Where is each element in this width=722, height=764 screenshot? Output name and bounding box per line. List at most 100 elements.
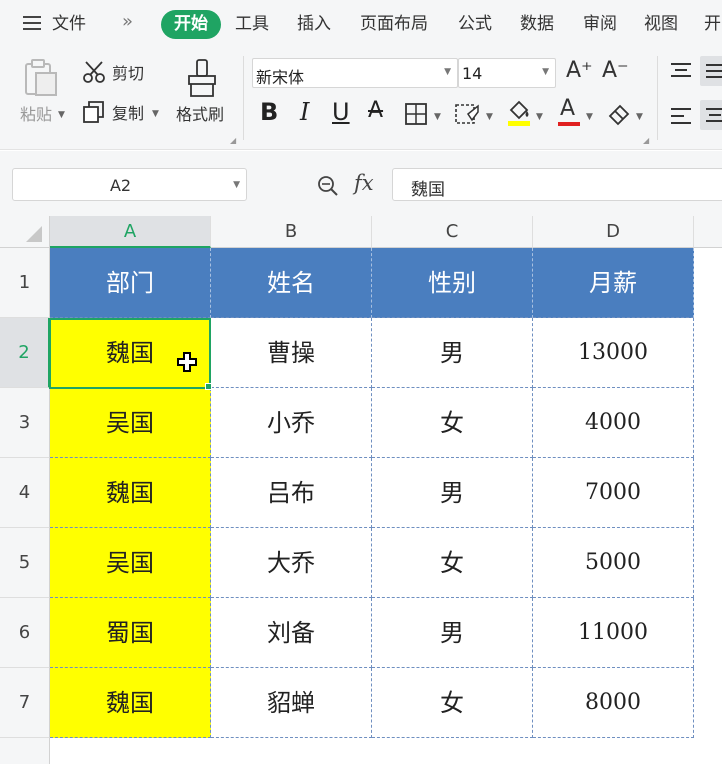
- formula-bar: A2 ▼ fx 魏国: [0, 151, 722, 216]
- cell-c2[interactable]: 男: [372, 318, 533, 388]
- row-header-1[interactable]: 1: [0, 248, 50, 318]
- font-launcher-icon[interactable]: ◢: [643, 136, 649, 145]
- font-name-select[interactable]: 新宋体 ▼: [252, 58, 458, 88]
- row-header-6[interactable]: 6: [0, 598, 50, 668]
- cell-d7[interactable]: 8000: [533, 668, 694, 738]
- paste-icon[interactable]: [22, 58, 60, 98]
- ribbon: 粘贴 ▼ 剪切 复制 ▼ 格式刷 ◢ 新宋体 ▼ 14 ▼ A⁺ A⁻ B I …: [0, 48, 722, 150]
- menu-more-icon[interactable]: »: [122, 12, 133, 32]
- clear-format-dropdown-icon[interactable]: ▼: [636, 112, 643, 122]
- underline-button[interactable]: U: [332, 98, 350, 126]
- copy-dropdown-icon[interactable]: ▼: [152, 109, 159, 119]
- select-all-corner[interactable]: [0, 216, 50, 248]
- cell-c7[interactable]: 女: [372, 668, 533, 738]
- cell-format-dropdown-icon[interactable]: ▼: [486, 112, 493, 122]
- cell-c4[interactable]: 男: [372, 458, 533, 528]
- cell-d4[interactable]: 7000: [533, 458, 694, 528]
- align-top-icon[interactable]: [670, 62, 692, 80]
- formula-input[interactable]: 魏国: [392, 168, 722, 201]
- paste-button[interactable]: 粘贴: [20, 106, 52, 124]
- column-header-b[interactable]: B: [211, 216, 372, 248]
- cell-a3[interactable]: 吴国: [50, 388, 211, 458]
- cell-b3[interactable]: 小乔: [211, 388, 372, 458]
- bold-button[interactable]: B: [260, 98, 278, 126]
- cell-d3[interactable]: 4000: [533, 388, 694, 458]
- cell-a4[interactable]: 魏国: [50, 458, 211, 528]
- borders-dropdown-icon[interactable]: ▼: [434, 112, 441, 122]
- cell-d5[interactable]: 5000: [533, 528, 694, 598]
- cell-b7[interactable]: 貂蝉: [211, 668, 372, 738]
- menu-hamburger-icon[interactable]: [22, 14, 44, 32]
- header-cell-salary[interactable]: 月薪: [533, 248, 694, 318]
- align-left-icon[interactable]: [670, 106, 692, 126]
- clear-format-icon[interactable]: [606, 102, 632, 126]
- tab-data[interactable]: 数据: [520, 14, 554, 34]
- copy-button[interactable]: 复制: [112, 105, 144, 123]
- zoom-search-icon[interactable]: [316, 174, 340, 198]
- paste-dropdown-icon[interactable]: ▼: [58, 110, 65, 120]
- font-size-select[interactable]: 14 ▼: [458, 58, 556, 88]
- row-header-7[interactable]: 7: [0, 668, 50, 738]
- plus-cursor-icon: [176, 351, 198, 373]
- tab-insert[interactable]: 插入: [297, 14, 331, 34]
- header-cell-department[interactable]: 部门: [50, 248, 211, 318]
- fill-color-icon[interactable]: [506, 98, 532, 128]
- font-color-glyph: A: [560, 96, 576, 121]
- cell-b5[interactable]: 大乔: [211, 528, 372, 598]
- tab-tools[interactable]: 工具: [235, 14, 269, 34]
- cell-a6[interactable]: 蜀国: [50, 598, 211, 668]
- cell-a7[interactable]: 魏国: [50, 668, 211, 738]
- cell-c5[interactable]: 女: [372, 528, 533, 598]
- font-name-value: 新宋体: [256, 68, 305, 87]
- column-header-d[interactable]: D: [533, 216, 694, 248]
- cell-d6[interactable]: 11000: [533, 598, 694, 668]
- name-box[interactable]: A2 ▼: [12, 168, 247, 201]
- tab-home[interactable]: 开始: [161, 10, 221, 39]
- column-header-a[interactable]: A: [50, 216, 211, 248]
- shrink-font-button[interactable]: A⁻: [602, 58, 629, 83]
- grow-font-button[interactable]: A⁺: [566, 58, 593, 83]
- row-header-2[interactable]: 2: [0, 318, 50, 388]
- column-header-c[interactable]: C: [372, 216, 533, 248]
- tab-page-layout[interactable]: 页面布局: [360, 14, 428, 34]
- cell-c6[interactable]: 男: [372, 598, 533, 668]
- cell-b2[interactable]: 曹操: [211, 318, 372, 388]
- borders-icon[interactable]: [404, 102, 428, 126]
- cell-format-icon[interactable]: [454, 102, 480, 126]
- tab-view[interactable]: 视图: [644, 14, 678, 34]
- cell-b6[interactable]: 刘备: [211, 598, 372, 668]
- name-box-value: A2: [109, 176, 132, 195]
- separator: [657, 56, 658, 140]
- scissors-icon: [82, 60, 106, 84]
- font-color-dropdown-icon[interactable]: ▼: [586, 112, 593, 122]
- format-painter-button[interactable]: 格式刷: [176, 106, 224, 124]
- row-header-8[interactable]: [0, 738, 50, 764]
- align-middle-icon[interactable]: [700, 56, 722, 86]
- cell-d2[interactable]: 13000: [533, 318, 694, 388]
- cell-c3[interactable]: 女: [372, 388, 533, 458]
- header-cell-name[interactable]: 姓名: [211, 248, 372, 318]
- cut-button[interactable]: 剪切: [112, 65, 144, 83]
- clipboard-launcher-icon[interactable]: ◢: [230, 136, 236, 145]
- align-center-icon[interactable]: [700, 100, 722, 130]
- font-color-button[interactable]: A: [558, 96, 582, 128]
- row-header-4[interactable]: 4: [0, 458, 50, 528]
- tab-developer[interactable]: 开: [704, 14, 721, 34]
- menu-file[interactable]: 文件: [52, 14, 86, 34]
- strikethrough-button[interactable]: A: [368, 98, 383, 123]
- italic-button[interactable]: I: [300, 98, 309, 126]
- fx-icon[interactable]: fx: [354, 171, 374, 195]
- row-header-5[interactable]: 5: [0, 528, 50, 598]
- row-header-3[interactable]: 3: [0, 388, 50, 458]
- header-cell-gender[interactable]: 性别: [372, 248, 533, 318]
- chevron-down-icon: ▼: [542, 67, 549, 77]
- tab-review[interactable]: 审阅: [583, 14, 617, 34]
- separator: [243, 56, 244, 140]
- column-header-e[interactable]: [694, 216, 722, 248]
- copy-icon: [82, 100, 106, 124]
- cell-a5[interactable]: 吴国: [50, 528, 211, 598]
- fill-color-dropdown-icon[interactable]: ▼: [536, 112, 543, 122]
- tab-formulas[interactable]: 公式: [458, 14, 492, 34]
- fill-handle[interactable]: [205, 383, 212, 390]
- cell-b4[interactable]: 吕布: [211, 458, 372, 528]
